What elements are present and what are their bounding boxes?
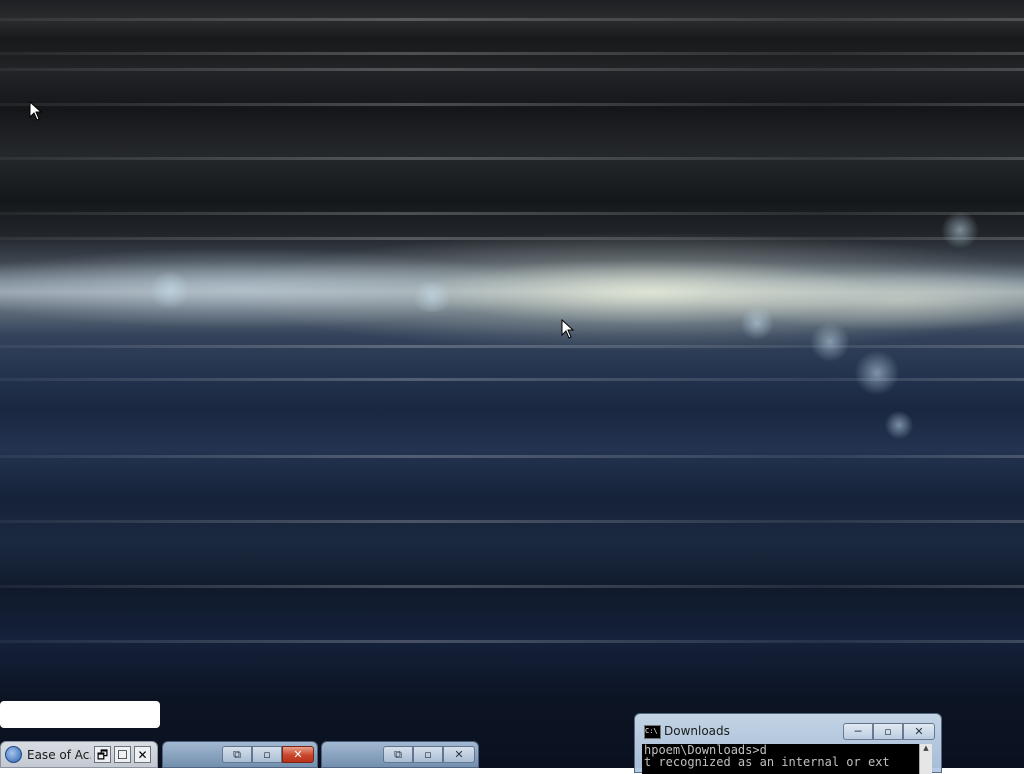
wallpaper-light-orb bbox=[810, 322, 850, 362]
wallpaper-light-orb bbox=[410, 282, 454, 312]
mouse-cursor-icon bbox=[29, 101, 43, 121]
maximize-button[interactable]: ▫ bbox=[873, 723, 903, 740]
console-line: t recognized as an internal or ext bbox=[644, 755, 890, 769]
wallpaper-streak bbox=[0, 455, 1024, 458]
console-output[interactable]: hpoem\Downloads>d t recognized as an int… bbox=[642, 744, 932, 774]
wallpaper-light-orb bbox=[150, 270, 190, 310]
window-controls: ⧉ ▫ ✕ bbox=[222, 746, 314, 763]
window-title: Downloads bbox=[664, 724, 730, 738]
command-prompt-window[interactable]: C:\ Downloads ─ ▫ ✕ hpoem\Downloads>d t … bbox=[634, 713, 942, 774]
window-controls: ─ ▫ ✕ bbox=[843, 723, 935, 740]
wallpaper-streak bbox=[0, 52, 1024, 55]
close-button[interactable]: ✕ bbox=[282, 746, 314, 763]
wallpaper-streak bbox=[0, 68, 1024, 71]
close-button[interactable]: ✕ bbox=[903, 723, 935, 740]
wallpaper-streak bbox=[0, 520, 1024, 523]
wallpaper-streak bbox=[0, 212, 1024, 215]
mouse-cursor-icon bbox=[561, 319, 575, 339]
ease-of-access-icon bbox=[5, 746, 22, 763]
wallpaper-streak bbox=[0, 157, 1024, 160]
wallpaper-streak bbox=[0, 640, 1024, 643]
minimize-button[interactable]: ─ bbox=[843, 723, 873, 740]
maximize-button[interactable]: ▫ bbox=[252, 746, 282, 763]
blank-notification-bar bbox=[0, 701, 160, 728]
close-button[interactable]: ✕ bbox=[443, 746, 475, 763]
minimized-window-1[interactable]: ⧉ ▫ ✕ bbox=[162, 741, 318, 768]
maximize-button[interactable]: ▫ bbox=[413, 746, 443, 763]
restore-button[interactable]: ⧉ bbox=[222, 746, 252, 763]
maximize-button[interactable]: ☐ bbox=[114, 746, 131, 763]
wallpaper-light-orb bbox=[885, 410, 913, 440]
console-scrollbar[interactable]: ▲ bbox=[919, 744, 932, 774]
wallpaper-light-orb bbox=[940, 212, 980, 248]
wallpaper-light-orb bbox=[740, 306, 774, 340]
wallpaper-streak bbox=[0, 585, 1024, 588]
minimized-window-2[interactable]: ⧉ ▫ ✕ bbox=[321, 741, 479, 768]
minimized-window-ease-of-access[interactable]: Ease of Ac... 🗗 ☐ ✕ bbox=[0, 741, 158, 768]
wallpaper-streak bbox=[0, 103, 1024, 106]
close-button[interactable]: ✕ bbox=[134, 746, 151, 763]
window-title: Ease of Ac... bbox=[27, 747, 91, 762]
wallpaper-streak bbox=[0, 237, 1024, 240]
restore-button[interactable]: ⧉ bbox=[383, 746, 413, 763]
command-prompt-icon: C:\ bbox=[644, 725, 661, 739]
wallpaper-light-orb bbox=[855, 350, 899, 396]
desktop-wallpaper bbox=[0, 0, 1024, 768]
window-controls: ⧉ ▫ ✕ bbox=[383, 746, 475, 763]
wallpaper-streak bbox=[0, 18, 1024, 21]
restore-button[interactable]: 🗗 bbox=[94, 746, 111, 763]
wallpaper-streak bbox=[0, 345, 1024, 348]
